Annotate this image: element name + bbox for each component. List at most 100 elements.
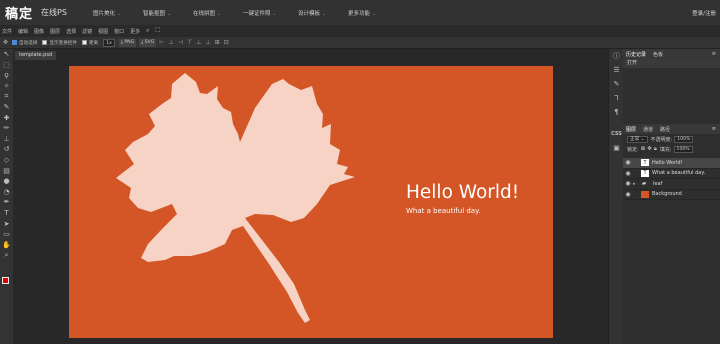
crop-tool-icon[interactable]: ⌗ <box>0 91 13 102</box>
tab-channels[interactable]: 通道 <box>643 126 653 133</box>
menu-edit[interactable]: 编辑 <box>18 28 28 35</box>
foreground-color-swatch[interactable] <box>2 277 9 284</box>
stamp-tool-icon[interactable]: ⊥ <box>0 134 13 145</box>
fullscreen-icon[interactable]: ⛶ <box>156 27 160 35</box>
history-item[interactable]: 打开 <box>623 59 720 68</box>
menu-image[interactable]: 图像 <box>34 28 44 35</box>
fill-input[interactable]: 100% <box>673 145 693 153</box>
document-canvas[interactable]: Hello World! What a beautiful day. <box>69 66 553 338</box>
tab-swatches[interactable]: 色板 <box>653 51 663 58</box>
character-icon[interactable]: Ꞁ <box>609 91 624 105</box>
tab-history[interactable]: 历史记录 <box>626 51 646 58</box>
menu-view[interactable]: 视图 <box>98 28 108 35</box>
menu-file[interactable]: 文件 <box>2 28 12 35</box>
tab-layers[interactable]: 图层 <box>626 126 636 133</box>
layer-name: Background <box>652 191 682 198</box>
menu-layer[interactable]: 图层 <box>50 28 60 35</box>
align-bottom-icon[interactable]: ⊥ <box>205 39 210 46</box>
opacity-label: 不透明度: <box>650 136 673 143</box>
nav-smart-cutout[interactable]: 智能抠图 ⌄ <box>143 9 171 17</box>
nav-collage[interactable]: 在线拼图 ⌄ <box>193 9 221 17</box>
show-transform-checkbox[interactable] <box>42 40 48 45</box>
magic-wand-icon[interactable]: ✧ <box>0 81 13 92</box>
search-icon[interactable]: ⌕ <box>146 27 149 35</box>
properties-icon[interactable]: ☰ <box>609 63 624 77</box>
eye-icon[interactable]: ◉ <box>623 191 633 198</box>
canvas-subtitle-text[interactable]: What a beautiful day. <box>406 207 480 215</box>
expand-arrow-icon[interactable]: ▸ <box>633 181 639 187</box>
document-tab[interactable]: template.psd <box>15 51 57 60</box>
layer-row[interactable]: ◉ T What a beautiful day. <box>623 169 720 179</box>
healing-brush-icon[interactable]: ✚ <box>0 113 13 124</box>
history-brush-icon[interactable]: ↺ <box>0 144 13 155</box>
gradient-tool-icon[interactable]: ▤ <box>0 166 13 177</box>
lasso-tool-icon[interactable]: ϙ <box>0 70 13 81</box>
login-link[interactable]: 登录/注册 <box>692 9 716 17</box>
lock-label: 锁定: <box>627 146 639 153</box>
brush-settings-icon[interactable]: ✎ <box>609 77 624 91</box>
align-top-icon[interactable]: ⊤ <box>187 39 192 46</box>
zoom-tool-icon[interactable]: ⌕ <box>0 250 13 261</box>
align-left-icon[interactable]: ⊢ <box>159 39 164 46</box>
distribute-icon[interactable]: ⊞ <box>215 39 220 46</box>
show-transform-label: 显示变换控件 <box>49 40 77 46</box>
align-middle-icon[interactable]: ⊥ <box>196 39 201 46</box>
auto-select-checkbox[interactable] <box>12 40 18 45</box>
align-right-icon[interactable]: ⊣ <box>178 39 183 46</box>
layer-row[interactable]: ◉ T Hello World! <box>623 158 720 169</box>
nav-photo-beautify[interactable]: 图片美化 ⌄ <box>93 9 121 17</box>
nav-more-features[interactable]: 更多功能 ⌄ <box>348 9 376 17</box>
chevron-down-icon: ⌄ <box>167 11 171 17</box>
pen-tool-icon[interactable]: ✒ <box>0 197 13 208</box>
eraser-icon[interactable]: ◇ <box>0 155 13 166</box>
work-area: template.psd Hello World! What a beautif… <box>13 49 608 344</box>
text-tool-icon[interactable]: T <box>0 208 13 219</box>
dodge-tool-icon[interactable]: ◔ <box>0 187 13 198</box>
export-svg-button[interactable]: ⤓ SVG <box>139 38 157 47</box>
options-bar: ✥ 自动选择 显示变换控件 距离 1x ⤓ PNG ⤓ SVG ⊢ ⊥ ⊣ ⊤ … <box>0 37 720 49</box>
blur-tool-icon[interactable]: ● <box>0 176 13 187</box>
eye-icon[interactable]: ◉ <box>623 159 633 166</box>
export-png-button[interactable]: ⤓ PNG <box>118 38 137 47</box>
layer-row[interactable]: ◉ Background <box>623 190 720 200</box>
transform-icon[interactable]: ⊡ <box>224 39 229 46</box>
eye-icon[interactable]: ◉ <box>623 170 633 177</box>
lock-pixels-icon[interactable]: ⊠ <box>641 146 646 152</box>
panel-menu-icon[interactable]: ≡ <box>712 126 716 132</box>
marquee-tool-icon[interactable]: ⬚ <box>0 60 13 71</box>
path-select-icon[interactable]: ➤ <box>0 219 13 230</box>
lock-position-icon[interactable]: ✥ <box>647 146 652 152</box>
app-logo[interactable]: 稿定 <box>5 3 33 22</box>
blend-mode-select[interactable]: 正常 ⌄ <box>627 135 648 143</box>
eyedropper-icon[interactable]: ✎ <box>0 102 13 113</box>
opacity-input[interactable]: 100% <box>674 135 694 143</box>
menu-filter[interactable]: 滤镜 <box>82 28 92 35</box>
shape-tool-icon[interactable]: ▭ <box>0 229 13 240</box>
move-tool-icon[interactable]: ↖ <box>0 49 13 60</box>
canvas-title-text[interactable]: Hello World! <box>406 182 519 203</box>
layer-row[interactable]: ◉ ▸ ▰ leaf <box>623 179 720 190</box>
move-tool-icon: ✥ <box>3 39 9 46</box>
menu-window[interactable]: 窗口 <box>114 28 124 35</box>
css-icon[interactable]: CSS <box>609 127 624 141</box>
image-adjust-icon[interactable]: ▣ <box>609 141 624 155</box>
nav-id-photo[interactable]: 一键证件照 ⌄ <box>243 9 276 17</box>
align-center-icon[interactable]: ⊥ <box>169 39 174 46</box>
chevron-down-icon: ⌄ <box>322 11 326 17</box>
menu-select[interactable]: 选择 <box>66 28 76 35</box>
info-icon[interactable]: ⓘ <box>609 49 624 63</box>
nav-templates[interactable]: 设计模板 ⌄ <box>298 9 326 17</box>
panel-menu-icon[interactable]: ≡ <box>712 51 716 57</box>
lock-all-icon[interactable]: 🔒︎ <box>654 146 657 153</box>
eye-icon[interactable]: ◉ <box>623 180 633 187</box>
folder-icon: ▰ <box>641 180 647 188</box>
menu-more[interactable]: 更多 <box>130 28 140 35</box>
tab-paths[interactable]: 路径 <box>660 126 670 133</box>
scale-select[interactable]: 1x <box>103 38 115 47</box>
distance-checkbox[interactable] <box>82 40 87 45</box>
maple-leaf-shape <box>116 73 355 323</box>
chevron-down-icon: ⌄ <box>117 11 121 17</box>
hand-tool-icon[interactable]: ✋ <box>0 240 13 251</box>
paragraph-icon[interactable]: ¶ <box>609 105 624 119</box>
brush-tool-icon[interactable]: ✏ <box>0 123 13 134</box>
